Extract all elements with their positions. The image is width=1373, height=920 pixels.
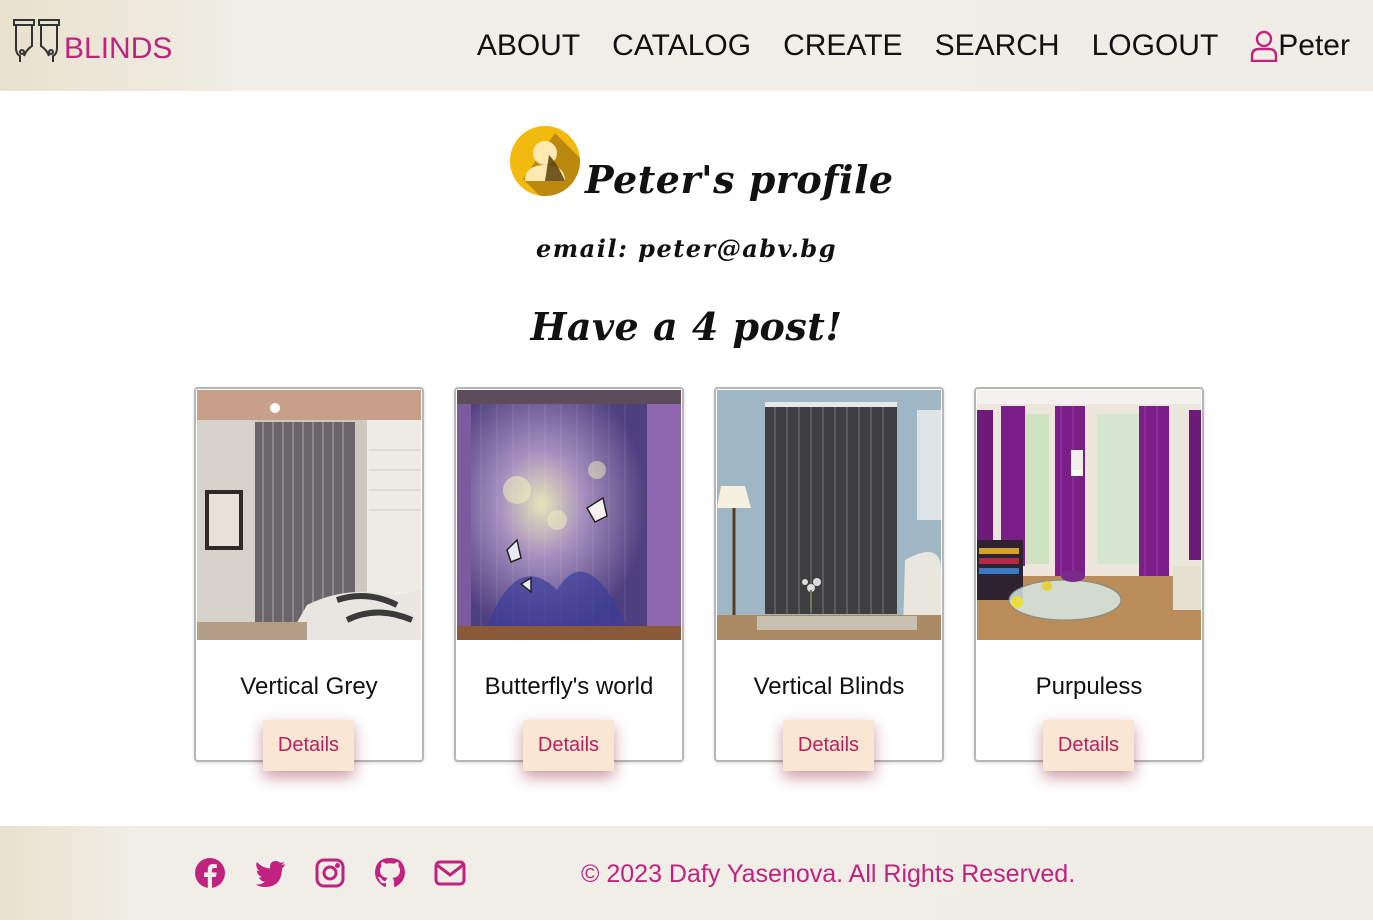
profile-heading: Peter's profile xyxy=(509,125,894,202)
post-image xyxy=(717,390,941,640)
nav-search[interactable]: SEARCH xyxy=(935,28,1060,64)
post-card: Vertical Blinds Details xyxy=(714,387,944,771)
social-links xyxy=(194,857,494,889)
details-button[interactable]: Details xyxy=(263,720,354,771)
details-button[interactable]: Details xyxy=(523,720,614,771)
nav-about[interactable]: ABOUT xyxy=(477,28,580,64)
main-nav: ABOUT CATALOG CREATE SEARCH LOGOUT Peter xyxy=(445,28,1350,64)
facebook-icon[interactable] xyxy=(194,857,226,889)
post-image xyxy=(977,390,1201,640)
details-button[interactable]: Details xyxy=(1043,720,1134,771)
copyright-text: © 2023 Dafy Yasenova. All Rights Reserve… xyxy=(581,860,1076,888)
post-title: Vertical Grey xyxy=(240,673,378,700)
post-card: Vertical Grey Details xyxy=(194,387,424,771)
curtains-icon xyxy=(13,19,60,62)
nav-logout[interactable]: LOGOUT xyxy=(1092,28,1219,64)
details-button[interactable]: Details xyxy=(783,720,874,771)
github-icon[interactable] xyxy=(374,857,406,889)
mail-icon[interactable] xyxy=(434,857,466,889)
nav-user-profile[interactable]: Peter xyxy=(1250,28,1350,64)
post-image xyxy=(457,390,681,640)
header: BLINDS ABOUT CATALOG CREATE SEARCH LOGOU… xyxy=(0,0,1373,91)
profile-title: Peter's profile xyxy=(585,157,894,202)
user-name: Peter xyxy=(1278,29,1350,62)
posts-count: Have a 4 post! xyxy=(530,304,843,349)
post-title: Vertical Blinds xyxy=(753,673,905,700)
twitter-icon[interactable] xyxy=(254,857,286,889)
logo[interactable]: BLINDS xyxy=(12,18,172,64)
footer: © 2023 Dafy Yasenova. All Rights Reserve… xyxy=(0,826,1373,920)
user-outline-icon xyxy=(1251,30,1278,62)
post-card: Butterfly's world Details xyxy=(454,387,684,771)
logo-text: BLINDS xyxy=(64,32,173,65)
nav-catalog[interactable]: CATALOG xyxy=(612,28,751,64)
posts-list: Vertical Grey Details Butterfly's world … xyxy=(194,387,1234,771)
post-title: Purpuless xyxy=(1035,673,1143,700)
profile-email: email: peter@abv.bg xyxy=(536,234,837,263)
user-avatar-icon xyxy=(510,126,580,196)
post-card: Purpuless Details xyxy=(974,387,1204,771)
post-title: Butterfly's world xyxy=(484,673,654,700)
nav-create[interactable]: CREATE xyxy=(783,28,902,64)
post-image xyxy=(197,390,421,640)
instagram-icon[interactable] xyxy=(314,857,346,889)
